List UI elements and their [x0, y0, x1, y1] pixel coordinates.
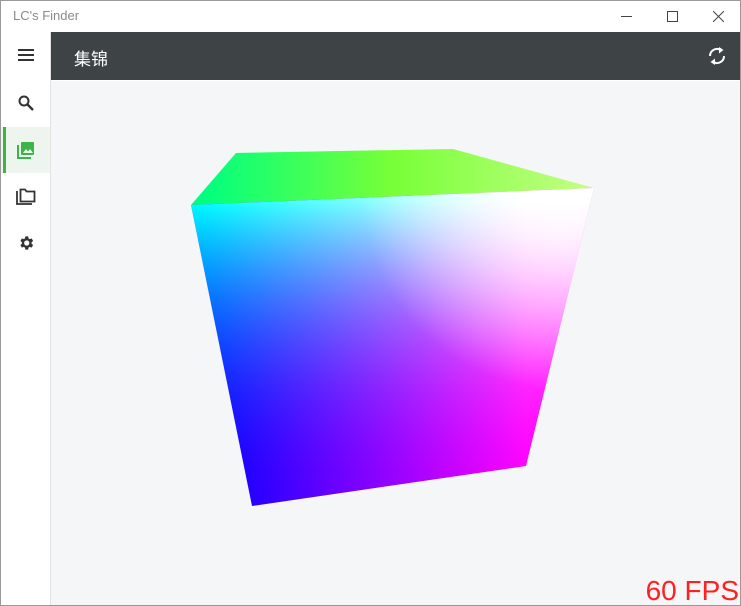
minimize-button[interactable] [603, 1, 649, 32]
menu-button[interactable] [1, 32, 50, 78]
sync-button[interactable] [704, 43, 730, 69]
gear-icon [19, 236, 33, 250]
sidebar [1, 32, 51, 605]
page-title: 集锦 [74, 50, 108, 69]
rgb-cube [191, 149, 594, 506]
menu-icon [17, 49, 34, 61]
close-button[interactable] [695, 1, 740, 32]
fps-counter: 60 FPS [645, 575, 739, 605]
app-window: LC's Finder 集锦 60 FPS [0, 0, 741, 606]
sidebar-item-gallery[interactable] [1, 127, 50, 173]
sidebar-item-search[interactable] [1, 80, 50, 126]
search-icon [18, 95, 34, 111]
sidebar-item-settings[interactable] [1, 220, 50, 266]
header-bar: 集锦 [51, 32, 740, 80]
sidebar-item-folders[interactable] [1, 174, 50, 220]
sync-icon [708, 47, 726, 65]
title-bar[interactable]: LC's Finder [1, 1, 740, 32]
close-icon [712, 11, 724, 22]
window-title: LC's Finder [13, 8, 80, 23]
minimize-icon [620, 16, 632, 17]
canvas-area[interactable]: 60 FPS [51, 81, 740, 605]
gallery-icon [16, 142, 34, 159]
folders-icon [15, 188, 35, 205]
maximize-button[interactable] [649, 1, 695, 32]
maximize-icon [666, 11, 678, 22]
